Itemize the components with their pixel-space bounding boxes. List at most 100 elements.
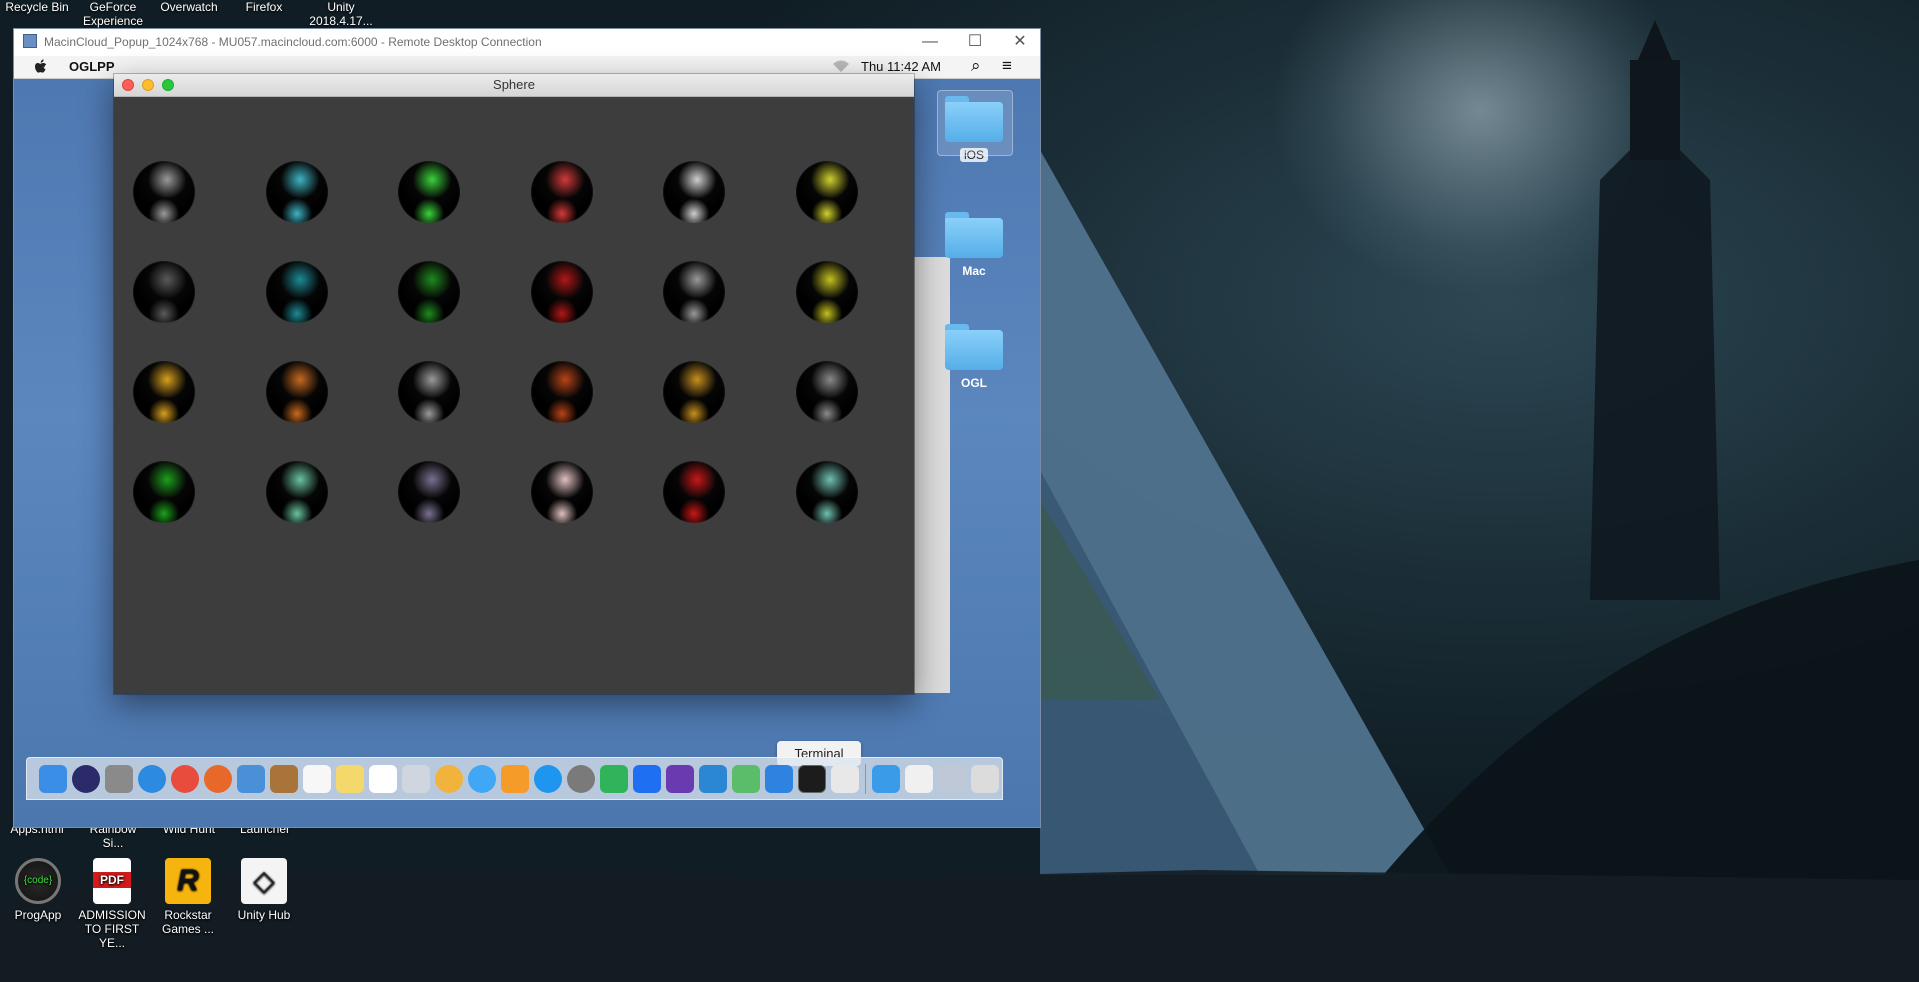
rdc-titlebar[interactable]: MacinCloud_Popup_1024x768 - MU057.macinc… bbox=[14, 29, 1040, 56]
spotlight-search-icon[interactable]: ⌕ bbox=[971, 56, 981, 76]
folder-ios[interactable]: iOS bbox=[937, 90, 1013, 162]
dock-trash-icon[interactable] bbox=[971, 765, 999, 793]
folder-label: OGL bbox=[961, 376, 987, 390]
remote-desktop-icon bbox=[23, 34, 37, 48]
minimize-button[interactable]: — bbox=[910, 31, 950, 53]
unity-hub-icon: ◇ bbox=[241, 858, 287, 904]
dock-separator bbox=[865, 764, 866, 794]
dock-visual-studio-icon[interactable] bbox=[666, 765, 694, 793]
notification-center-icon[interactable]: ≡ bbox=[1002, 56, 1012, 76]
dock-textedit-icon[interactable] bbox=[831, 765, 859, 793]
sphere-r1-c2 bbox=[265, 161, 328, 223]
sphere-r2-c6 bbox=[795, 261, 858, 323]
background-window[interactable] bbox=[914, 257, 950, 693]
progapp-icon: {code} bbox=[15, 858, 61, 904]
app-menu-oglpp[interactable]: OGLPP bbox=[69, 59, 115, 74]
desktop-icon-rockstar[interactable]: R Rockstar Games ... bbox=[150, 858, 226, 936]
dock-dropbox-icon[interactable] bbox=[633, 765, 661, 793]
dock-app-store-icon[interactable] bbox=[534, 765, 562, 793]
sphere-r3-c5 bbox=[663, 361, 725, 423]
sphere-r3-c4 bbox=[530, 361, 593, 423]
dock-documents-stack-icon[interactable] bbox=[905, 765, 933, 793]
wifi-icon[interactable] bbox=[832, 60, 850, 73]
sphere-r2-c5 bbox=[663, 261, 725, 323]
dock-evernote-icon[interactable] bbox=[600, 765, 628, 793]
sphere-window-title: Sphere bbox=[493, 77, 535, 92]
folder-label: Mac bbox=[962, 264, 986, 278]
close-traffic-light-icon[interactable] bbox=[122, 79, 134, 91]
sphere-r4-c1 bbox=[133, 461, 195, 523]
dock-vscode-icon[interactable] bbox=[699, 765, 727, 793]
dock-files-icon[interactable] bbox=[402, 765, 430, 793]
apple-icon[interactable] bbox=[34, 59, 48, 75]
sphere-r1-c6 bbox=[795, 161, 858, 223]
sphere-r2-c1 bbox=[133, 261, 195, 323]
sphere-r1-c3 bbox=[398, 161, 460, 223]
dock-notebook-icon[interactable] bbox=[270, 765, 298, 793]
sphere-r2-c4 bbox=[530, 261, 593, 323]
desktop-icon-label: ADMISSION TO FIRST YE... bbox=[78, 908, 146, 950]
dock-downloads-stack-icon[interactable] bbox=[872, 765, 900, 793]
sphere-r4-c3 bbox=[398, 461, 460, 523]
desktop-icon-label: ProgApp bbox=[14, 908, 62, 922]
sphere-r1-c4 bbox=[530, 161, 593, 223]
desktop-icon-unity-hub[interactable]: ◇ Unity Hub bbox=[226, 858, 302, 922]
dock-ibooks-icon[interactable] bbox=[501, 765, 529, 793]
dock-siri-icon[interactable] bbox=[72, 765, 100, 793]
minimize-traffic-light-icon[interactable] bbox=[142, 79, 154, 91]
rockstar-icon: R bbox=[165, 858, 211, 904]
sphere-r1-c1 bbox=[133, 161, 195, 223]
desktop-icon-firefox[interactable]: Firefox bbox=[236, 0, 292, 14]
desktop-icon-admission-pdf[interactable]: PDF ADMISSION TO FIRST YE... bbox=[74, 858, 150, 950]
sphere-r3-c6 bbox=[795, 361, 858, 423]
sphere-r1-c5 bbox=[663, 161, 725, 223]
dock-terminal-icon[interactable] bbox=[798, 765, 826, 793]
folder-icon bbox=[945, 212, 1003, 258]
close-button[interactable]: ✕ bbox=[1000, 31, 1040, 53]
sphere-window: Sphere bbox=[114, 74, 914, 694]
dock-messages-icon[interactable] bbox=[468, 765, 496, 793]
dock-migration-icon[interactable] bbox=[938, 765, 966, 793]
sphere-r3-c1 bbox=[133, 361, 195, 423]
dock-system-preferences-icon[interactable] bbox=[567, 765, 595, 793]
folder-ogl[interactable]: OGL bbox=[941, 324, 1007, 390]
desktop-icon-geforce[interactable]: GeForce Experience bbox=[80, 0, 146, 28]
dock-preview-icon[interactable] bbox=[237, 765, 265, 793]
dock-firefox-icon[interactable] bbox=[204, 765, 232, 793]
sphere-r4-c5 bbox=[663, 461, 725, 523]
sphere-r3-c3 bbox=[398, 361, 460, 423]
dock-launchpad-icon[interactable] bbox=[105, 765, 133, 793]
desktop-icon-progapp[interactable]: {code} ProgApp bbox=[0, 858, 76, 922]
folder-icon bbox=[945, 324, 1003, 370]
sphere-r2-c3 bbox=[398, 261, 460, 323]
sphere-r4-c6 bbox=[795, 461, 858, 523]
dock-photos-icon[interactable] bbox=[435, 765, 463, 793]
mac-dock bbox=[26, 757, 1003, 800]
sphere-r3-c2 bbox=[265, 361, 328, 423]
sphere-r4-c4 bbox=[530, 461, 593, 523]
dock-xcode-icon[interactable] bbox=[765, 765, 793, 793]
sphere-r2-c2 bbox=[265, 261, 328, 323]
desktop-icon-label: Rockstar Games ... bbox=[161, 908, 214, 936]
folder-icon bbox=[945, 96, 1003, 142]
sphere-r4-c2 bbox=[265, 461, 328, 523]
dock-calendar-icon[interactable] bbox=[303, 765, 331, 793]
pdf-icon: PDF bbox=[93, 858, 131, 904]
dock-finder-icon[interactable] bbox=[39, 765, 67, 793]
opengl-canvas[interactable] bbox=[114, 97, 914, 694]
dock-reminders-icon[interactable] bbox=[369, 765, 397, 793]
desktop-icon-recycle-bin[interactable]: Recycle Bin bbox=[4, 0, 70, 14]
rdc-title: MacinCloud_Popup_1024x768 - MU057.macinc… bbox=[44, 35, 542, 49]
sphere-window-titlebar[interactable]: Sphere bbox=[114, 74, 914, 97]
dock-notes-icon[interactable] bbox=[336, 765, 364, 793]
dock-android-studio-icon[interactable] bbox=[732, 765, 760, 793]
desktop-icon-overwatch[interactable]: Overwatch bbox=[154, 0, 224, 14]
folder-mac[interactable]: Mac bbox=[941, 212, 1007, 278]
maximize-button[interactable]: ☐ bbox=[955, 31, 995, 53]
zoom-traffic-light-icon[interactable] bbox=[162, 79, 174, 91]
menubar-clock[interactable]: Thu 11:42 AM bbox=[861, 59, 941, 74]
dock-safari-icon[interactable] bbox=[138, 765, 166, 793]
desktop-icon-unity[interactable]: Unity 2018.4.17... bbox=[303, 0, 379, 28]
dock-chrome-icon[interactable] bbox=[171, 765, 199, 793]
desktop-icon-label: Unity Hub bbox=[237, 908, 291, 922]
